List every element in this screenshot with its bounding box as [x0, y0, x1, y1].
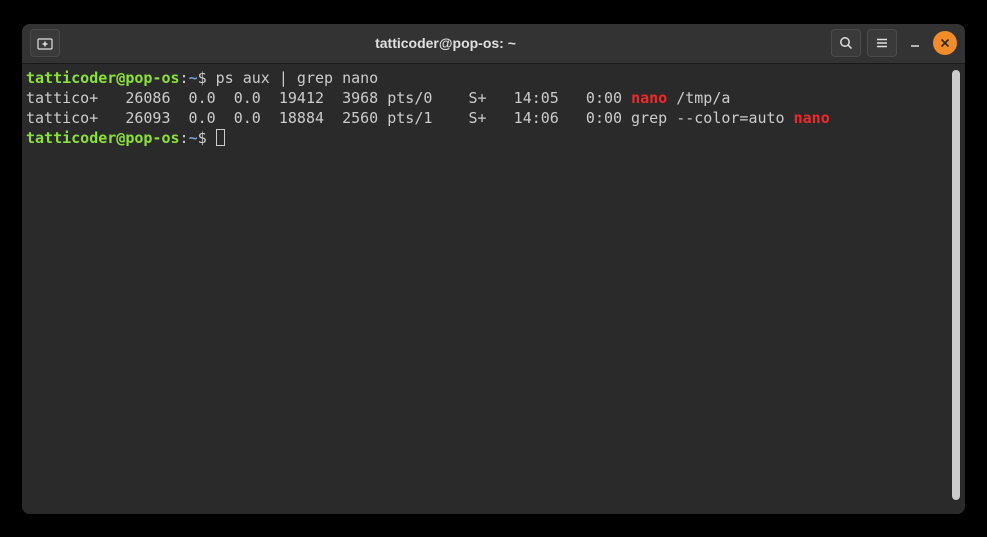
new-tab-button[interactable]: [30, 29, 60, 57]
titlebar-right-group: [831, 29, 957, 57]
scrollbar-thumb[interactable]: [952, 70, 960, 500]
prompt-colon-2: :: [180, 129, 189, 147]
titlebar-left-group: [30, 29, 60, 57]
prompt-path: ~: [189, 69, 198, 87]
terminal-body[interactable]: tatticoder@pop-os:~$ ps aux | grep nano …: [22, 64, 965, 514]
search-icon: [839, 36, 853, 50]
scrollbar[interactable]: [951, 68, 961, 510]
output-line-1-pre: tattico+ 26086 0.0 0.0 19412 3968 pts/0 …: [26, 89, 631, 107]
new-tab-icon: [37, 36, 53, 50]
search-button[interactable]: [831, 29, 861, 57]
close-button[interactable]: [933, 31, 957, 55]
close-icon: [940, 38, 950, 48]
prompt-user: tatticoder@pop-os: [26, 69, 180, 87]
output-line-1-highlight: nano: [631, 89, 667, 107]
output-line-2-pre: tattico+ 26093 0.0 0.0 18884 2560 pts/1 …: [26, 109, 794, 127]
prompt-dollar-2: $: [198, 129, 216, 147]
prompt-path-2: ~: [189, 129, 198, 147]
prompt-user-2: tatticoder@pop-os: [26, 129, 180, 147]
hamburger-icon: [875, 36, 889, 50]
prompt-dollar: $: [198, 69, 216, 87]
terminal-window: tatticoder@pop-os: ~: [22, 24, 965, 514]
minimize-button[interactable]: [903, 31, 927, 55]
terminal-content[interactable]: tatticoder@pop-os:~$ ps aux | grep nano …: [26, 68, 951, 510]
minimize-icon: [909, 37, 921, 49]
prompt-colon: :: [180, 69, 189, 87]
output-line-1-post: /tmp/a: [667, 89, 730, 107]
command-text: ps aux | grep nano: [216, 69, 379, 87]
titlebar: tatticoder@pop-os: ~: [22, 24, 965, 64]
menu-button[interactable]: [867, 29, 897, 57]
window-title: tatticoder@pop-os: ~: [60, 35, 831, 51]
output-line-2-highlight: nano: [794, 109, 830, 127]
cursor: [216, 129, 225, 146]
